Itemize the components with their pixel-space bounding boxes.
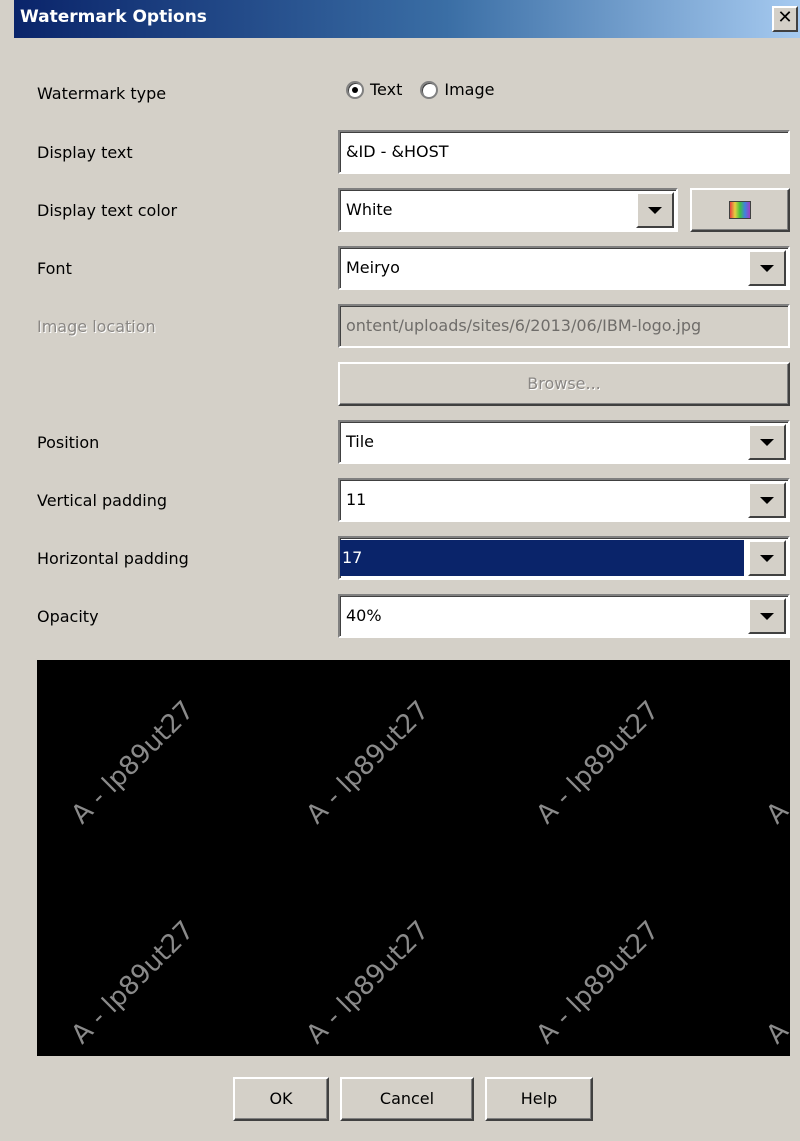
- dropdown-arrow-button[interactable]: [636, 192, 674, 228]
- position-value: Tile: [346, 432, 375, 451]
- display-text-color-value: White: [346, 200, 393, 219]
- radio-image-label[interactable]: Image: [444, 80, 494, 99]
- font-select[interactable]: Meiryo: [338, 246, 790, 290]
- chevron-down-icon: [760, 612, 774, 620]
- help-button[interactable]: Help: [485, 1077, 593, 1121]
- ok-button[interactable]: OK: [233, 1077, 329, 1121]
- display-text-color-select[interactable]: White: [338, 188, 678, 232]
- window-title: Watermark Options: [20, 7, 207, 27]
- opacity-value: 40%: [346, 606, 382, 625]
- vertical-padding-label: Vertical padding: [37, 491, 167, 510]
- watermark-type-label: Watermark type: [37, 84, 167, 103]
- dropdown-arrow-button[interactable]: [748, 482, 786, 518]
- watermark-preview-text: A - lp89ut27: [300, 915, 436, 1050]
- vertical-padding-value: 11: [346, 490, 367, 509]
- chevron-down-icon: [760, 554, 774, 562]
- font-label: Font: [37, 259, 72, 278]
- radio-text-label[interactable]: Text: [370, 80, 402, 99]
- color-palette-icon: [729, 201, 751, 219]
- cancel-button[interactable]: Cancel: [340, 1077, 474, 1121]
- title-bar[interactable]: Watermark Options ✕: [14, 0, 800, 38]
- dropdown-arrow-button[interactable]: [748, 598, 786, 634]
- watermark-preview-text: A - lp89ut27: [760, 695, 790, 830]
- font-value: Meiryo: [346, 258, 400, 277]
- radio-selected-dot-icon: [352, 86, 358, 93]
- watermark-preview-text: A - lp89ut27: [530, 915, 666, 1050]
- chevron-down-icon: [760, 496, 774, 504]
- display-text-color-label: Display text color: [37, 201, 178, 220]
- image-location-value: ontent/uploads/sites/6/2013/06/IBM-logo.…: [346, 316, 702, 335]
- watermark-preview: A - lp89ut27 A - lp89ut27 A - lp89ut27 A…: [37, 660, 790, 1056]
- watermark-preview-text: A - lp89ut27: [65, 695, 201, 830]
- dropdown-arrow-button[interactable]: [748, 250, 786, 286]
- close-button[interactable]: ✕: [772, 6, 798, 32]
- chevron-down-icon: [760, 438, 774, 446]
- opacity-select[interactable]: 40%: [338, 594, 790, 638]
- watermark-preview-text: A - lp89ut27: [760, 915, 790, 1050]
- horizontal-padding-value: 17: [340, 540, 744, 576]
- watermark-preview-text: A - lp89ut27: [530, 695, 666, 830]
- watermark-type-radio-group: Text Image: [346, 80, 494, 99]
- horizontal-padding-select[interactable]: 17: [338, 536, 790, 580]
- window-edge: [0, 0, 14, 1141]
- chevron-down-icon: [760, 264, 774, 272]
- image-location-input: ontent/uploads/sites/6/2013/06/IBM-logo.…: [338, 304, 790, 348]
- position-label: Position: [37, 433, 100, 452]
- dropdown-arrow-button[interactable]: [748, 424, 786, 460]
- watermark-preview-text: A - lp89ut27: [65, 915, 201, 1050]
- display-text-label: Display text: [37, 143, 133, 162]
- display-text-value: &ID - &HOST: [346, 142, 449, 161]
- close-icon: ✕: [777, 7, 793, 28]
- horizontal-padding-label: Horizontal padding: [37, 549, 189, 568]
- position-select[interactable]: Tile: [338, 420, 790, 464]
- radio-image[interactable]: [420, 80, 439, 99]
- browse-button: Browse...: [338, 362, 790, 406]
- display-text-input[interactable]: &ID - &HOST: [338, 130, 790, 174]
- radio-text[interactable]: [346, 80, 364, 99]
- opacity-label: Opacity: [37, 607, 99, 626]
- watermark-options-dialog: Watermark Options ✕ Watermark type Text …: [0, 0, 800, 1141]
- chevron-down-icon: [648, 206, 662, 214]
- color-picker-button[interactable]: [690, 188, 790, 232]
- image-location-label: Image location: [37, 317, 156, 336]
- watermark-preview-text: A - lp89ut27: [300, 695, 436, 830]
- dropdown-arrow-button[interactable]: [748, 540, 786, 576]
- vertical-padding-select[interactable]: 11: [338, 478, 790, 522]
